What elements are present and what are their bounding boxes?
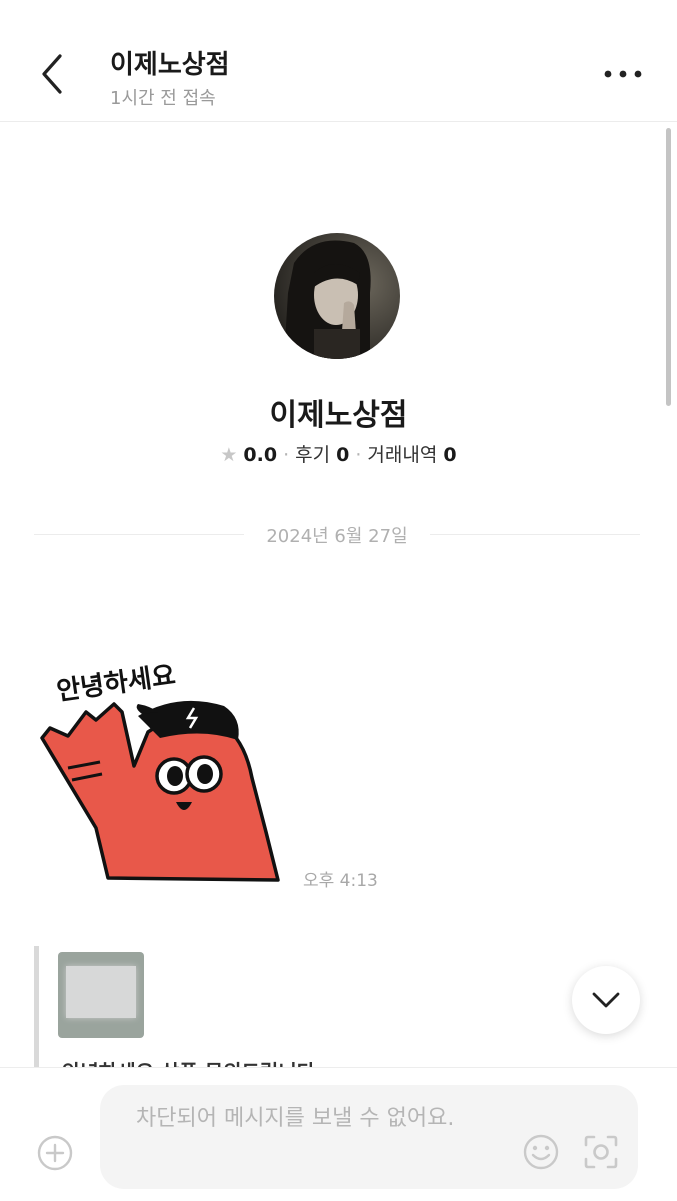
- message-time: 오후 4:13: [303, 871, 378, 891]
- reviews-count: 0: [336, 444, 350, 466]
- history-count: 0: [443, 444, 457, 466]
- product-image: [66, 966, 136, 1018]
- history-label: 거래내역: [367, 444, 438, 466]
- divider-line: [430, 534, 640, 535]
- camera-button[interactable]: [582, 1133, 620, 1171]
- reviews-label: 후기: [295, 444, 331, 466]
- avatar-photo: [274, 233, 400, 359]
- page-title: 이제노상점: [110, 50, 230, 80]
- attach-button[interactable]: [36, 1134, 74, 1172]
- chevron-down-icon: [592, 992, 620, 1008]
- chevron-left-icon: [42, 54, 62, 94]
- sticker-message[interactable]: 안녕하세요: [38, 648, 286, 884]
- emoji-button[interactable]: [522, 1133, 560, 1171]
- more-horizontal-icon: [604, 70, 642, 78]
- scroll-to-bottom-button[interactable]: [572, 966, 640, 1034]
- star-icon: ★: [220, 444, 238, 466]
- shop-stats: ★ 0.0 · 후기 0 · 거래내역 0: [0, 440, 677, 467]
- plus-circle-icon: [37, 1135, 73, 1171]
- date-label: 2024년 6월 27일: [266, 526, 408, 547]
- avatar[interactable]: [274, 233, 400, 359]
- last-seen-status: 1시간 전 접속: [110, 88, 216, 109]
- scan-camera-icon: [584, 1135, 618, 1169]
- waving-character-sticker: 안녕하세요: [40, 661, 280, 882]
- more-button[interactable]: [600, 62, 646, 86]
- chat-header: 이제노상점 1시간 전 접속: [0, 0, 677, 122]
- date-divider: 2024년 6월 27일: [34, 520, 640, 550]
- scrollbar[interactable]: [666, 128, 671, 406]
- separator-dot: ·: [283, 444, 290, 466]
- separator-dot: ·: [355, 444, 362, 466]
- back-button[interactable]: [30, 48, 74, 100]
- rating-value: 0.0: [243, 444, 278, 466]
- product-thumbnail[interactable]: [58, 952, 144, 1038]
- sticker-text: 안녕하세요: [55, 661, 178, 707]
- emoji-icon: [523, 1134, 559, 1170]
- shop-name: 이제노상점: [269, 398, 408, 433]
- message-input-placeholder: 차단되어 메시지를 보낼 수 없어요.: [136, 1106, 455, 1131]
- quote-bar: [34, 946, 39, 1070]
